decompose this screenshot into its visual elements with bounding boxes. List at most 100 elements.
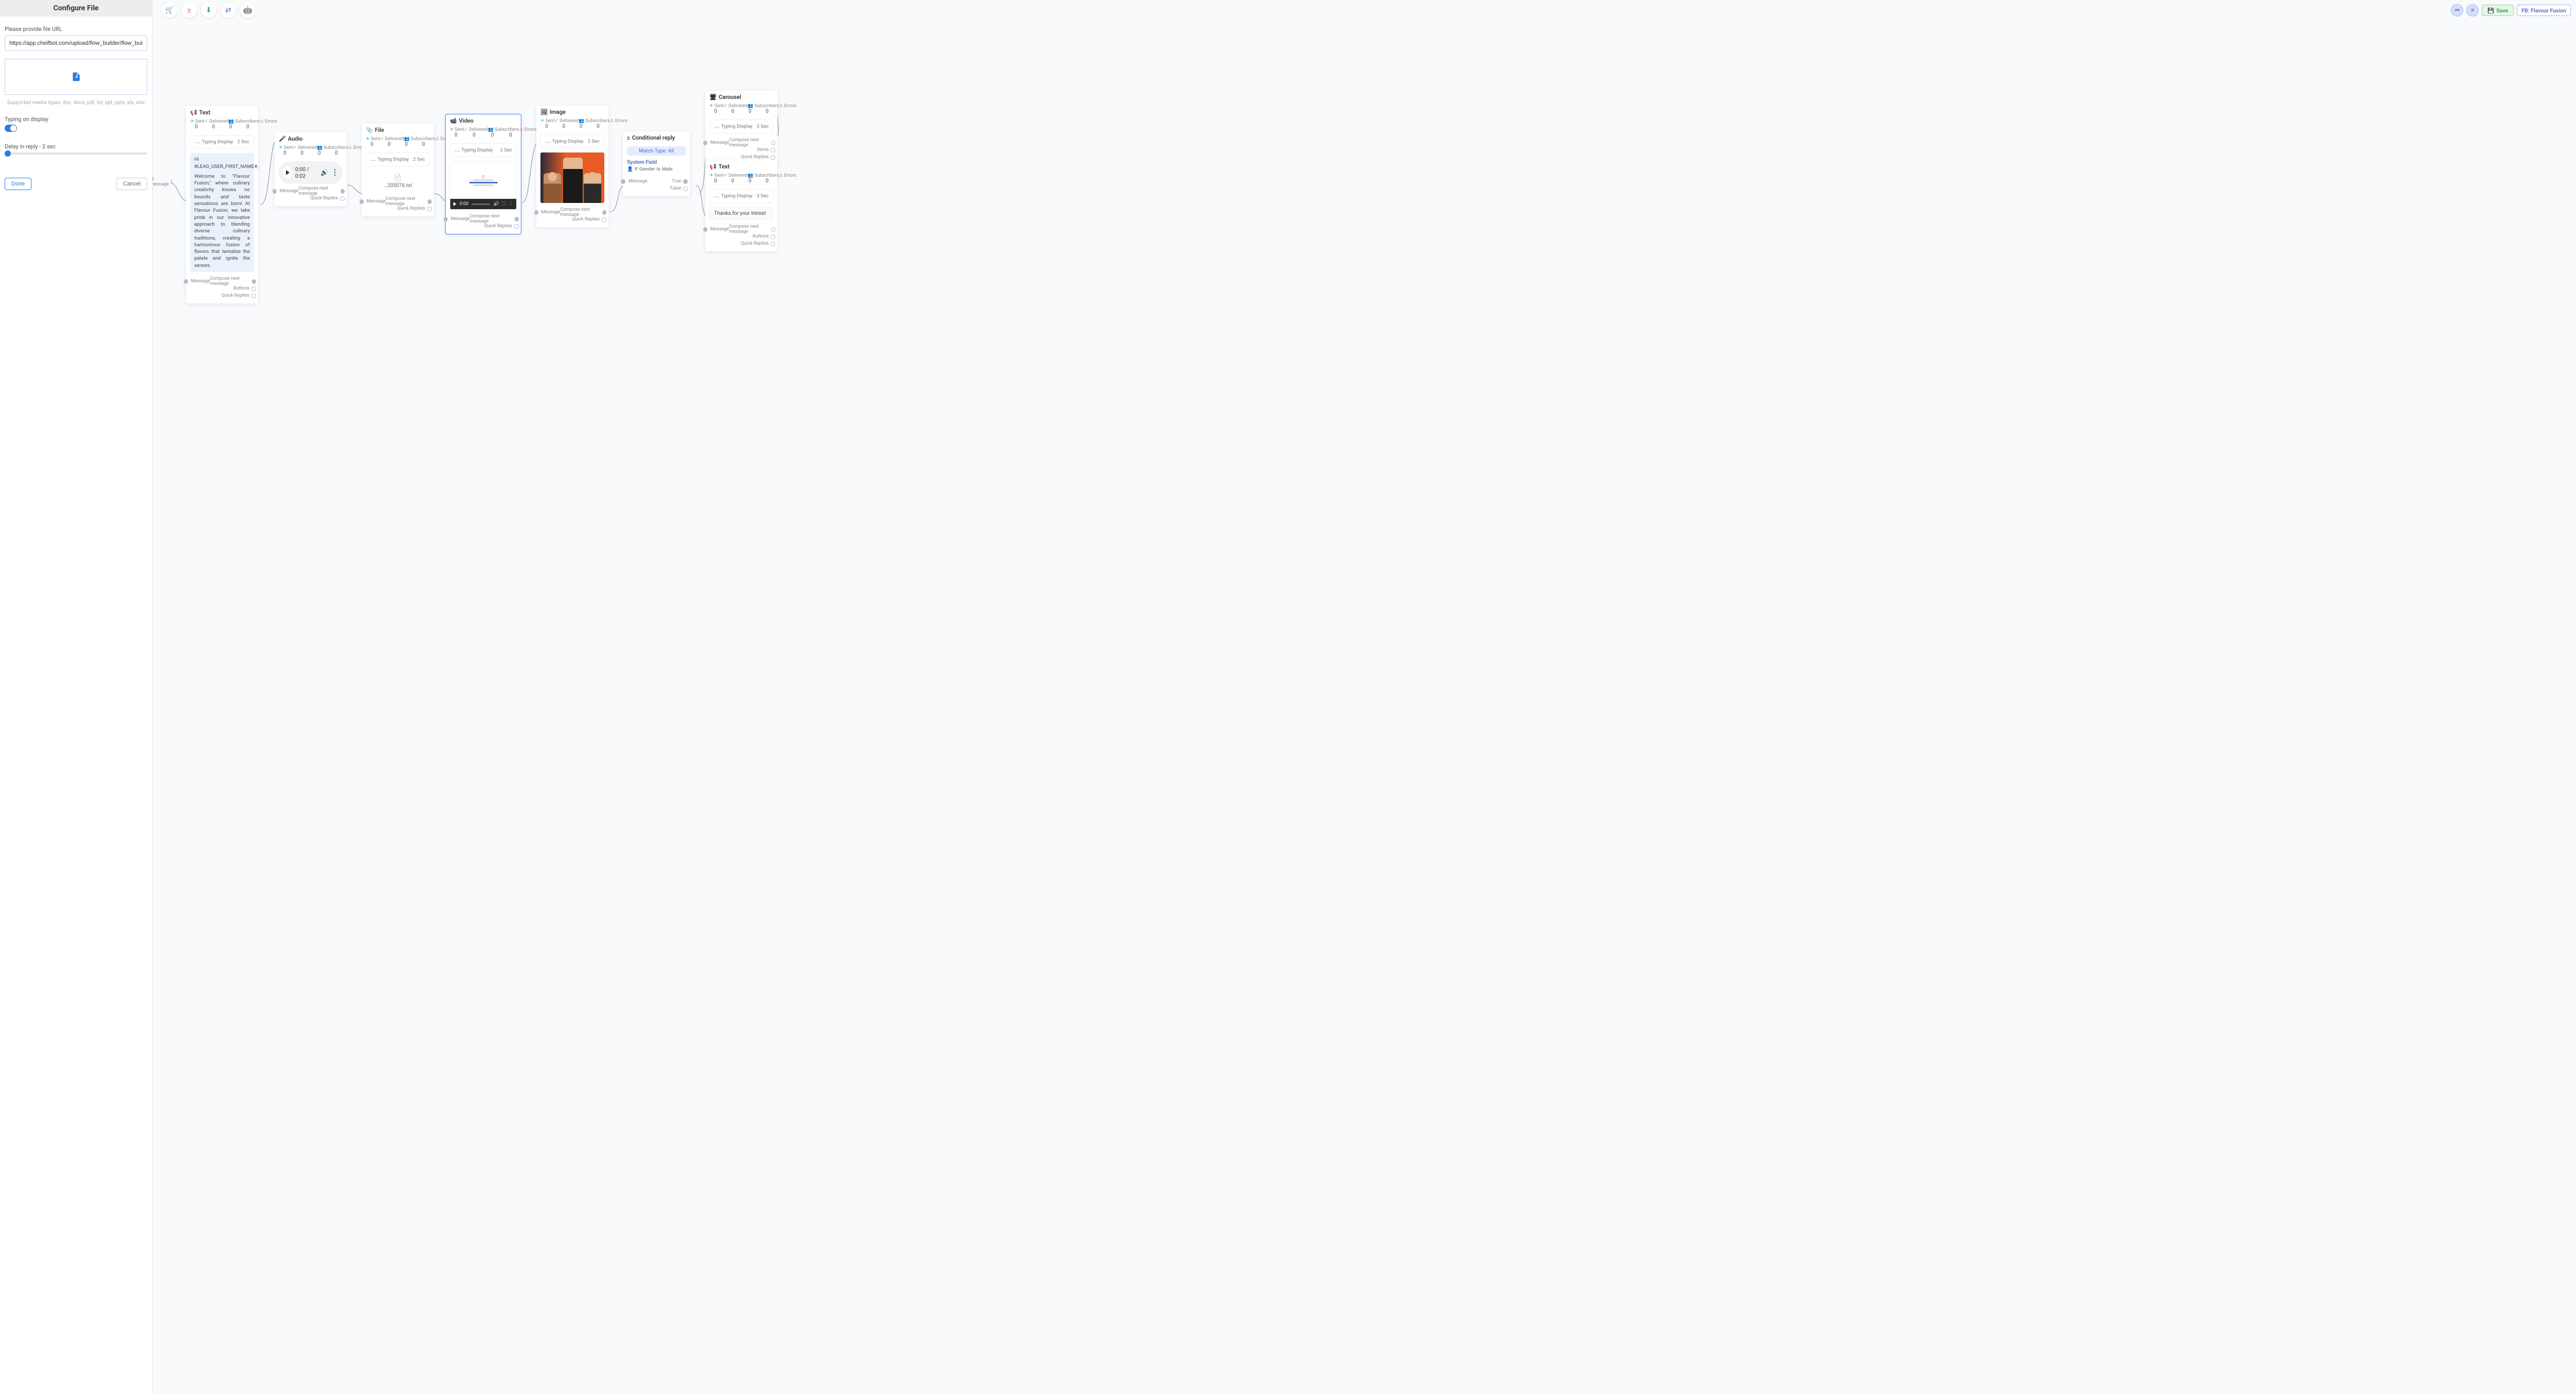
file-dropzone[interactable] [5,59,147,95]
delay-slider[interactable] [5,152,147,155]
node-text-1[interactable]: 📢Text ✈Sent ✓Delivered 👥Subscribers ⚠Err… [186,106,258,303]
output-port-buttons[interactable] [771,234,775,239]
done-button[interactable]: Done [5,178,31,190]
input-port[interactable] [703,141,707,145]
typing-display-row: ... Typing Display 2 Sec [366,152,430,166]
typing-on-display-toggle[interactable] [5,125,17,132]
node-file[interactable]: 📎File ✈Sent ✓Delivered 👥Subscribers ⚠Err… [362,124,434,216]
stat-subscribers-label: Subscribers [411,137,435,142]
toolbar-bot-icon[interactable]: 🤖 [240,3,256,18]
node-title-label: Audio [288,135,303,142]
stat-delivered-value: 0 [296,150,308,156]
port-quick-label: Quick Replies [397,206,425,211]
output-port-quick[interactable] [514,224,519,229]
port-quick-label: Quick Replies [741,241,769,246]
input-port[interactable] [273,189,277,194]
stat-subscribers-value: 0 [225,124,237,130]
toolbar-integrations-icon[interactable]: ⇄ [221,3,236,18]
node-video[interactable]: 📹Video ✈Sent ✓Delivered 👥Subscribers ⚠Er… [445,114,521,234]
cancel-button[interactable]: Cancel [116,178,147,190]
video-more-icon[interactable]: ⋮ [509,201,513,207]
output-port-quick[interactable] [602,217,606,222]
stat-delivered-label: Delivered [560,118,579,124]
stat-delivered-value: 0 [383,142,395,147]
node-carousel[interactable]: 🖥Carousel ✈Sent ✓Delivered 👥Subscribers … [705,91,777,165]
user-icon: 👤 [627,166,633,172]
output-port-quick[interactable] [427,207,432,211]
save-button[interactable]: 💾 Save [2482,5,2514,16]
toolbar-download-icon[interactable]: ⬇ [201,3,216,18]
stat-subscribers-label: Subscribers [495,127,519,132]
audio-play-button[interactable] [283,166,292,179]
output-port-compose[interactable] [515,217,519,222]
toolbar-condition-icon[interactable]: ≥ [181,3,197,18]
file-icon: 📎 [366,127,373,133]
node-text-2[interactable]: 📢Text ✈Sent ✓Delivered 👥Subscribers ⚠Err… [705,160,777,251]
video-controls[interactable]: 0:00 🔊 ⛶ ⋮ [450,199,516,209]
output-port-items[interactable] [771,148,775,152]
output-port-false[interactable] [683,186,688,191]
typing-on-display-label: Typing on display [5,116,147,123]
port-items-label: Items [757,147,769,152]
video-track[interactable] [471,203,490,205]
output-port[interactable] [171,180,172,184]
input-port[interactable] [184,279,188,284]
video-volume-icon[interactable]: 🔊 [493,201,499,207]
stat-errors-label: Errors [784,104,796,109]
output-port-compose[interactable] [771,141,775,145]
output-port-true[interactable] [683,179,688,184]
output-port-buttons[interactable] [251,286,256,291]
video-play-icon[interactable] [453,202,456,206]
output-port-quick[interactable] [340,196,345,201]
input-port[interactable] [703,227,707,232]
input-port[interactable] [534,210,538,215]
sent-icon: ✈ [366,137,370,142]
output-port-compose[interactable] [771,227,775,232]
supported-types-text: Supported media types: doc, docx, pdf, t… [5,100,147,106]
stat-errors-label: Errors [524,127,537,132]
file-download-icon [71,71,81,82]
input-port[interactable] [444,217,448,222]
node-conditional[interactable]: ≥Conditional reply Match Type: All Syste… [623,131,690,196]
cond-if: If [635,166,638,172]
node-audio[interactable]: 🎤Audio ✈Sent ✓Delivered 👥Subscribers ⚠Er… [275,132,347,206]
input-port[interactable] [621,179,625,184]
stat-sent-value: 0 [709,178,722,184]
file-url-input[interactable] [5,36,147,51]
subscribers-icon: 👥 [317,145,323,150]
stat-delivered-value: 0 [726,109,739,114]
skip-back-button[interactable]: ⏮ [2451,4,2463,16]
video-fullscreen-icon[interactable]: ⛶ [502,201,505,207]
port-message-label: Message [710,227,730,232]
volume-icon[interactable]: 🔊 [320,169,328,176]
errors-icon: ⚠ [260,119,264,124]
toolbar-ecommerce-icon[interactable]: 🛒 [162,3,177,18]
delay-in-reply-label: Delay in reply - 2 sec [5,143,147,150]
typing-dots: ... [370,157,376,162]
port-message-label: Message [629,179,648,184]
text-icon: 📢 [190,109,197,116]
delay-slider-thumb[interactable] [5,150,11,157]
output-port-quick[interactable] [771,155,775,160]
fit-view-button[interactable]: ✕ [2466,4,2479,16]
input-port[interactable] [360,199,364,204]
match-type-pill: Match Type: All [627,146,686,156]
output-port-quick[interactable] [251,294,256,298]
fb-page-button[interactable]: FB: Flavour Fusion [2517,5,2571,16]
output-port-compose[interactable] [428,199,432,204]
output-port-compose[interactable] [341,189,345,194]
output-port-compose[interactable] [252,279,256,284]
video-preview[interactable]: 0:00 🔊 ⛶ ⋮ [450,161,517,210]
stat-subscribers-label: Subscribers [585,118,609,124]
sent-icon: ✈ [450,127,454,132]
flow-canvas[interactable]: xt message 📢Text ✈Sent ✓Delivered 👥Subsc… [152,0,2576,1394]
audio-player[interactable]: 0:00 / 0:02 🔊 ⋮ [279,161,343,184]
output-port-quick[interactable] [771,242,775,246]
video-icon: 📹 [450,117,457,124]
node-image[interactable]: 🖼Image ✈Sent ✓Delivered 👥Subscribers ⚠Er… [536,106,608,227]
text-greeting: Hi #LEAD_USER_FIRST_NAME#, [194,156,250,170]
typing-label: Typing Display [377,157,409,162]
audio-more-icon[interactable]: ⋮ [331,168,338,177]
output-port-compose[interactable] [602,210,606,215]
stat-delivered-label: Delivered [385,137,404,142]
